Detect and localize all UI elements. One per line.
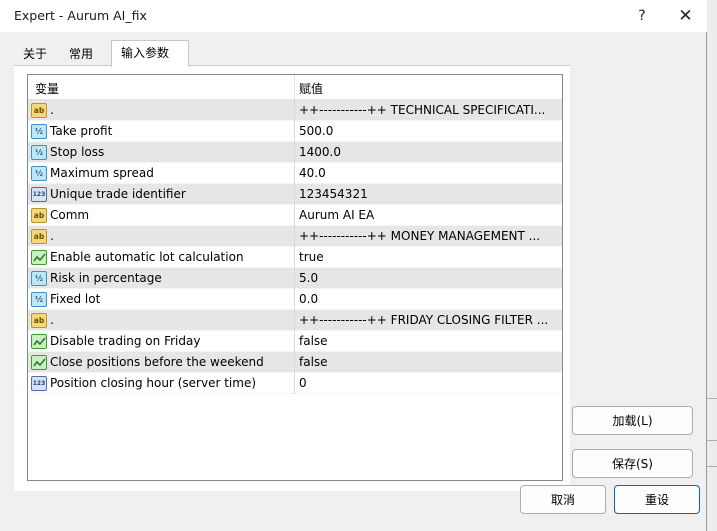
cell-divider (294, 331, 295, 352)
tab-inputs[interactable]: 输入参数 (111, 40, 189, 67)
cell-divider (294, 268, 295, 289)
cell-divider (294, 142, 295, 163)
table-row[interactable]: 123 Unique trade identifier 123454321 (28, 184, 562, 205)
parameter-value[interactable]: 123454321 (299, 187, 561, 201)
cell-divider (294, 352, 295, 373)
parameter-value[interactable]: ++-----------++ MONEY MANAGEMENT ... (299, 229, 561, 243)
tab-common[interactable]: 常用 (60, 43, 110, 66)
double-type-icon: ½ (31, 145, 47, 160)
integer-type-icon: 123 (31, 376, 47, 391)
column-header-value[interactable]: 赋值 (299, 80, 323, 97)
help-button[interactable]: ? (622, 0, 662, 32)
double-type-icon: ½ (31, 271, 47, 286)
table-row[interactable]: ab Comm Aurum AI EA (28, 205, 562, 226)
bool-type-icon (31, 250, 47, 265)
parameter-value[interactable]: Aurum AI EA (299, 208, 561, 222)
cell-divider (294, 310, 295, 331)
cancel-button[interactable]: 取消 (520, 485, 606, 514)
parameter-name: Take profit (50, 124, 113, 138)
input-parameters-grid[interactable]: 变量 赋值 ab. ++-----------++ TECHNICAL SPECI… (27, 74, 563, 481)
parameter-value[interactable]: 0 (299, 376, 561, 390)
parameter-value[interactable]: ++-----------++ FRIDAY CLOSING FILTER ..… (299, 313, 561, 327)
tab-about[interactable]: 关于 (14, 43, 60, 66)
parameter-name: Fixed lot (50, 292, 101, 306)
parameter-value[interactable]: 40.0 (299, 166, 561, 180)
cell-divider (294, 226, 295, 247)
column-header-variable[interactable]: 变量 (35, 80, 59, 97)
grid-header: 变量 赋值 (28, 75, 562, 100)
grid-rows: ab. ++-----------++ TECHNICAL SPECIFICATI… (28, 100, 562, 394)
parameter-name: . (50, 229, 54, 243)
parameter-name: . (50, 313, 54, 327)
close-button[interactable]: ✕ (664, 0, 707, 32)
parameter-value[interactable]: 5.0 (299, 271, 561, 285)
parameter-name: Enable automatic lot calculation (50, 250, 244, 264)
string-type-icon: ab (31, 229, 47, 244)
cell-divider (294, 184, 295, 205)
save-button[interactable]: 保存(S) (572, 449, 693, 478)
expert-properties-dialog: Expert - Aurum AI_fix ? ✕ 关于 常用 输入参数 变量 … (0, 0, 707, 531)
parameter-name: Risk in percentage (50, 271, 162, 285)
cell-divider (294, 121, 295, 142)
double-type-icon: ½ (31, 292, 47, 307)
table-row[interactable]: ab. ++-----------++ TECHNICAL SPECIFICATI… (28, 100, 562, 121)
load-button[interactable]: 加载(L) (572, 406, 693, 435)
title-bar[interactable]: Expert - Aurum AI_fix ? ✕ (0, 0, 707, 32)
cell-divider (294, 289, 295, 310)
parameter-name: Disable trading on Friday (50, 334, 201, 348)
table-row[interactable]: Close positions before the weekend false (28, 352, 562, 373)
double-type-icon: ½ (31, 166, 47, 181)
parameter-name: Stop loss (50, 145, 105, 159)
integer-type-icon: 123 (31, 187, 47, 202)
table-row[interactable]: ½ Risk in percentage 5.0 (28, 268, 562, 289)
double-type-icon: ½ (31, 124, 47, 139)
column-separator[interactable] (294, 75, 295, 100)
cell-divider (294, 373, 295, 394)
string-type-icon: ab (31, 103, 47, 118)
parameter-value[interactable]: false (299, 355, 561, 369)
parameter-value[interactable]: false (299, 334, 561, 348)
parameter-value[interactable]: 500.0 (299, 124, 561, 138)
parameter-name: Unique trade identifier (50, 187, 186, 201)
string-type-icon: ab (31, 208, 47, 223)
parameter-name: . (50, 103, 54, 117)
parameter-value[interactable]: true (299, 250, 561, 264)
window-title: Expert - Aurum AI_fix (14, 8, 147, 23)
parameter-value[interactable]: ++-----------++ TECHNICAL SPECIFICATI... (299, 103, 561, 117)
parameter-name: Close positions before the weekend (50, 355, 264, 369)
table-row[interactable]: ½ Maximum spread 40.0 (28, 163, 562, 184)
parameter-name: Maximum spread (50, 166, 154, 180)
table-row[interactable]: Enable automatic lot calculation true (28, 247, 562, 268)
cell-divider (294, 247, 295, 268)
bool-type-icon (31, 334, 47, 349)
table-row[interactable]: ½ Stop loss 1400.0 (28, 142, 562, 163)
cell-divider (294, 163, 295, 184)
bool-type-icon (31, 355, 47, 370)
parameter-name: Comm (50, 208, 90, 222)
reset-button[interactable]: 重设 (614, 485, 700, 514)
table-row[interactable]: ab. ++-----------++ FRIDAY CLOSING FILTER… (28, 310, 562, 331)
parameter-value[interactable]: 0.0 (299, 292, 561, 306)
parameter-value[interactable]: 1400.0 (299, 145, 561, 159)
table-row[interactable]: ½ Fixed lot 0.0 (28, 289, 562, 310)
cell-divider (294, 205, 295, 226)
table-row[interactable]: ½ Take profit 500.0 (28, 121, 562, 142)
string-type-icon: ab (31, 313, 47, 328)
table-row[interactable]: 123 Position closing hour (server time) 0 (28, 373, 562, 394)
parameter-name: Position closing hour (server time) (50, 376, 257, 390)
table-row[interactable]: Disable trading on Friday false (28, 331, 562, 352)
table-row[interactable]: ab. ++-----------++ MONEY MANAGEMENT ... (28, 226, 562, 247)
cell-divider (294, 100, 295, 121)
